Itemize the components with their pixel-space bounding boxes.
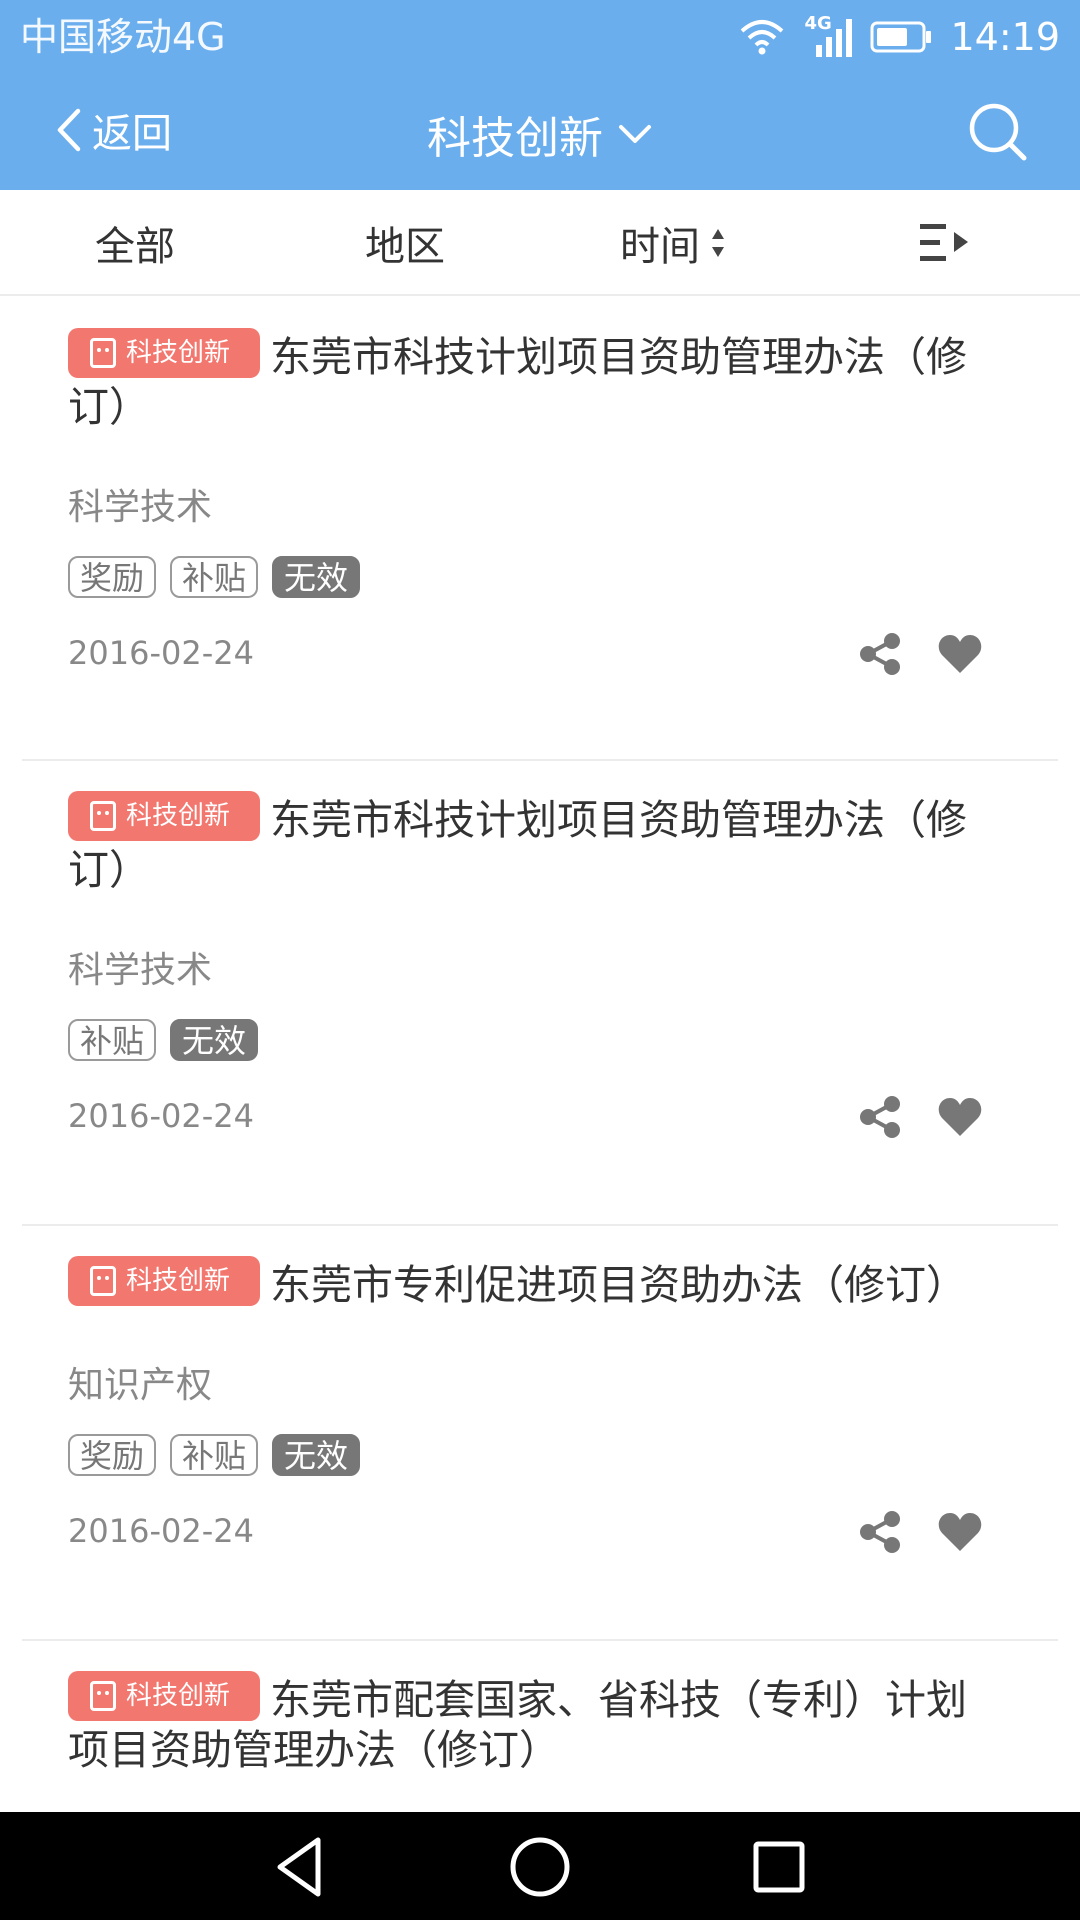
badge-label: 科技创新: [126, 801, 231, 831]
filter-all[interactable]: 全部: [95, 218, 175, 270]
clock-time: 14:19: [950, 15, 1060, 59]
tag-subsidy: 补贴: [170, 556, 259, 598]
page-title: 科技创新: [427, 113, 603, 164]
search-button[interactable]: [966, 100, 1030, 164]
sort-icon: [712, 229, 724, 257]
tag-subsidy: 补贴: [68, 1019, 157, 1061]
tag-group: 奖励 补贴 无效: [68, 556, 361, 598]
status-badge: 无效: [170, 1019, 259, 1061]
status-badge: 无效: [272, 556, 361, 598]
item-actions: [856, 1508, 984, 1556]
item-actions: [856, 1093, 984, 1141]
status-bar: 中国移动4G 4G 14:19: [0, 0, 1080, 74]
filter-bar: 全部 地区 时间: [0, 190, 1080, 296]
item-date: 2016-02-24: [68, 634, 254, 672]
share-icon[interactable]: [856, 630, 904, 678]
filter-all-label: 全部: [95, 224, 175, 270]
list-menu-icon: [920, 224, 968, 261]
item-date: 2016-02-24: [68, 1512, 254, 1550]
item-category: 科学技术: [68, 950, 213, 991]
category-badge: 科技创新: [68, 1256, 260, 1306]
back-triangle-icon[interactable]: [266, 1832, 336, 1902]
filter-time-label: 时间: [620, 224, 700, 270]
filter-region[interactable]: 地区: [365, 218, 445, 270]
category-badge: 科技创新: [68, 791, 260, 841]
battery-icon: [870, 21, 932, 53]
navigation-bar: 返回 科技创新: [0, 74, 1080, 190]
wifi-icon: [741, 20, 784, 55]
tag-subsidy: 补贴: [170, 1434, 259, 1476]
list-item[interactable]: 科技创新 东莞市科技计划项目资助管理办法（修订） 科学技术 奖励 补贴 无效 20…: [0, 298, 1080, 761]
home-circle-icon[interactable]: [505, 1832, 575, 1902]
item-title: 东莞市专利促进项目资助办法（修订）: [270, 1261, 967, 1309]
item-title-row: 科技创新 东莞市专利促进项目资助办法（修订）: [68, 1256, 988, 1310]
item-date: 2016-02-24: [68, 1097, 254, 1135]
share-icon[interactable]: [856, 1508, 904, 1556]
tag-reward: 奖励: [68, 1434, 157, 1476]
tag-group: 奖励 补贴 无效: [68, 1434, 361, 1476]
list-item[interactable]: 科技创新 东莞市科技计划项目资助管理办法（修订） 科学技术 补贴 无效 2016-…: [0, 761, 1080, 1226]
tag-reward: 奖励: [68, 556, 157, 598]
item-title-row: 科技创新 东莞市配套国家、省科技（专利）计划项目资助管理办法（修订）: [68, 1671, 988, 1775]
item-category: 知识产权: [68, 1365, 213, 1406]
system-navigation-bar: [0, 1812, 1080, 1920]
badge-label: 科技创新: [126, 1266, 231, 1296]
page-title-dropdown[interactable]: 科技创新: [0, 102, 1080, 166]
status-badge: 无效: [272, 1434, 361, 1476]
policy-list: 科技创新 东莞市科技计划项目资助管理办法（修订） 科学技术 奖励 补贴 无效 20…: [0, 298, 1080, 1812]
filter-time[interactable]: 时间: [620, 218, 726, 270]
list-item[interactable]: 科技创新 东莞市专利促进项目资助办法（修订） 知识产权 奖励 补贴 无效 2016…: [0, 1226, 1080, 1641]
share-icon[interactable]: [856, 1093, 904, 1141]
favorite-heart-icon[interactable]: [936, 1093, 984, 1141]
category-badge: 科技创新: [68, 328, 260, 378]
robot-icon: [90, 801, 116, 831]
robot-icon: [90, 1681, 116, 1711]
robot-icon: [90, 338, 116, 368]
more-filters-button[interactable]: [918, 218, 974, 268]
badge-label: 科技创新: [126, 338, 231, 368]
search-icon: [969, 103, 1027, 161]
filter-region-label: 地区: [365, 224, 445, 270]
item-title-row: 科技创新 东莞市科技计划项目资助管理办法（修订）: [68, 791, 988, 895]
item-category: 科学技术: [68, 487, 213, 528]
status-indicators: 4G 14:19: [740, 10, 1060, 64]
item-actions: [856, 630, 984, 678]
item-title-row: 科技创新 东莞市科技计划项目资助管理办法（修订）: [68, 328, 988, 432]
favorite-heart-icon[interactable]: [936, 1508, 984, 1556]
category-badge: 科技创新: [68, 1671, 260, 1721]
carrier-label: 中国移动4G: [20, 15, 226, 59]
robot-icon: [90, 1266, 116, 1296]
chevron-down-icon: [619, 125, 651, 143]
cellular-signal-icon: 4G: [802, 13, 853, 59]
favorite-heart-icon[interactable]: [936, 630, 984, 678]
app-screen: 中国移动4G 4G 14:19 返回 科技创新 全部 地区 时间 科技创新 东莞…: [0, 0, 1080, 1920]
recent-apps-square-icon[interactable]: [744, 1832, 814, 1902]
list-item[interactable]: 科技创新 东莞市配套国家、省科技（专利）计划项目资助管理办法（修订）: [0, 1641, 1080, 1812]
tag-group: 补贴 无效: [68, 1019, 259, 1061]
badge-label: 科技创新: [126, 1681, 231, 1711]
